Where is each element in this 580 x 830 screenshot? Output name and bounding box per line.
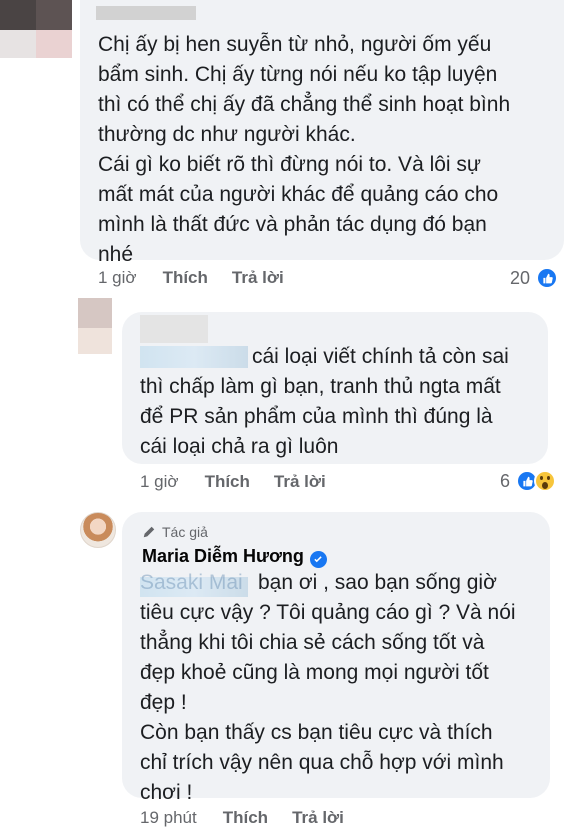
reaction-count: 6 [500, 470, 511, 491]
redacted-commenter-name [140, 315, 208, 343]
mention-partial[interactable]: Sasaki Mai [140, 568, 243, 598]
author-name-text[interactable]: Maria Diễm Hương [142, 546, 304, 566]
author-reply-text: tiêu cực vậy ? Tôi quảng cáo gì ? Và nói… [140, 601, 516, 804]
author-name[interactable]: Maria Diễm Hương [142, 546, 327, 568]
author-reply-first-line: bạn ơi , sao bạn sống giờ [258, 571, 497, 594]
comment-timestamp[interactable]: 1 giờ [98, 268, 137, 288]
reply-button[interactable]: Trả lời [274, 472, 326, 492]
like-button[interactable]: Thích [205, 472, 250, 492]
reaction-summary[interactable]: 6 [500, 469, 557, 493]
like-button[interactable]: Thích [163, 268, 208, 288]
reply-commenter-avatar-pixelated[interactable] [78, 298, 112, 354]
author-reply-meta: 19 phút Thích Trả lời [140, 806, 344, 830]
reply-button[interactable]: Trả lời [292, 808, 344, 828]
reaction-summary[interactable]: 20 [510, 266, 559, 290]
commenter-avatar-pixelated[interactable] [0, 0, 72, 58]
comment-meta: 1 giờ Thích Trả lời [98, 266, 284, 290]
like-reaction-icon [536, 267, 559, 289]
redacted-commenter-name [96, 6, 196, 20]
author-tag-label: Tác giả [162, 524, 208, 540]
comment-text: Chị ấy bị hen suyễn từ nhỏ, người ốm yếu… [98, 33, 511, 266]
reply-text: cái loại viết chính tả còn sai thì chấp … [140, 345, 509, 458]
wow-reaction-icon [534, 470, 557, 492]
reply-button[interactable]: Trả lời [232, 268, 284, 288]
author-tag: Tác giả [142, 524, 208, 540]
reply-timestamp[interactable]: 1 giờ [140, 472, 179, 492]
like-button[interactable]: Thích [223, 808, 268, 828]
author-reply-timestamp[interactable]: 19 phút [140, 808, 197, 828]
verified-badge-icon [309, 550, 327, 568]
pencil-icon [142, 525, 156, 539]
reply-meta: 1 giờ Thích Trả lời [140, 470, 326, 494]
reaction-count: 20 [510, 267, 531, 288]
author-avatar[interactable] [80, 512, 116, 548]
